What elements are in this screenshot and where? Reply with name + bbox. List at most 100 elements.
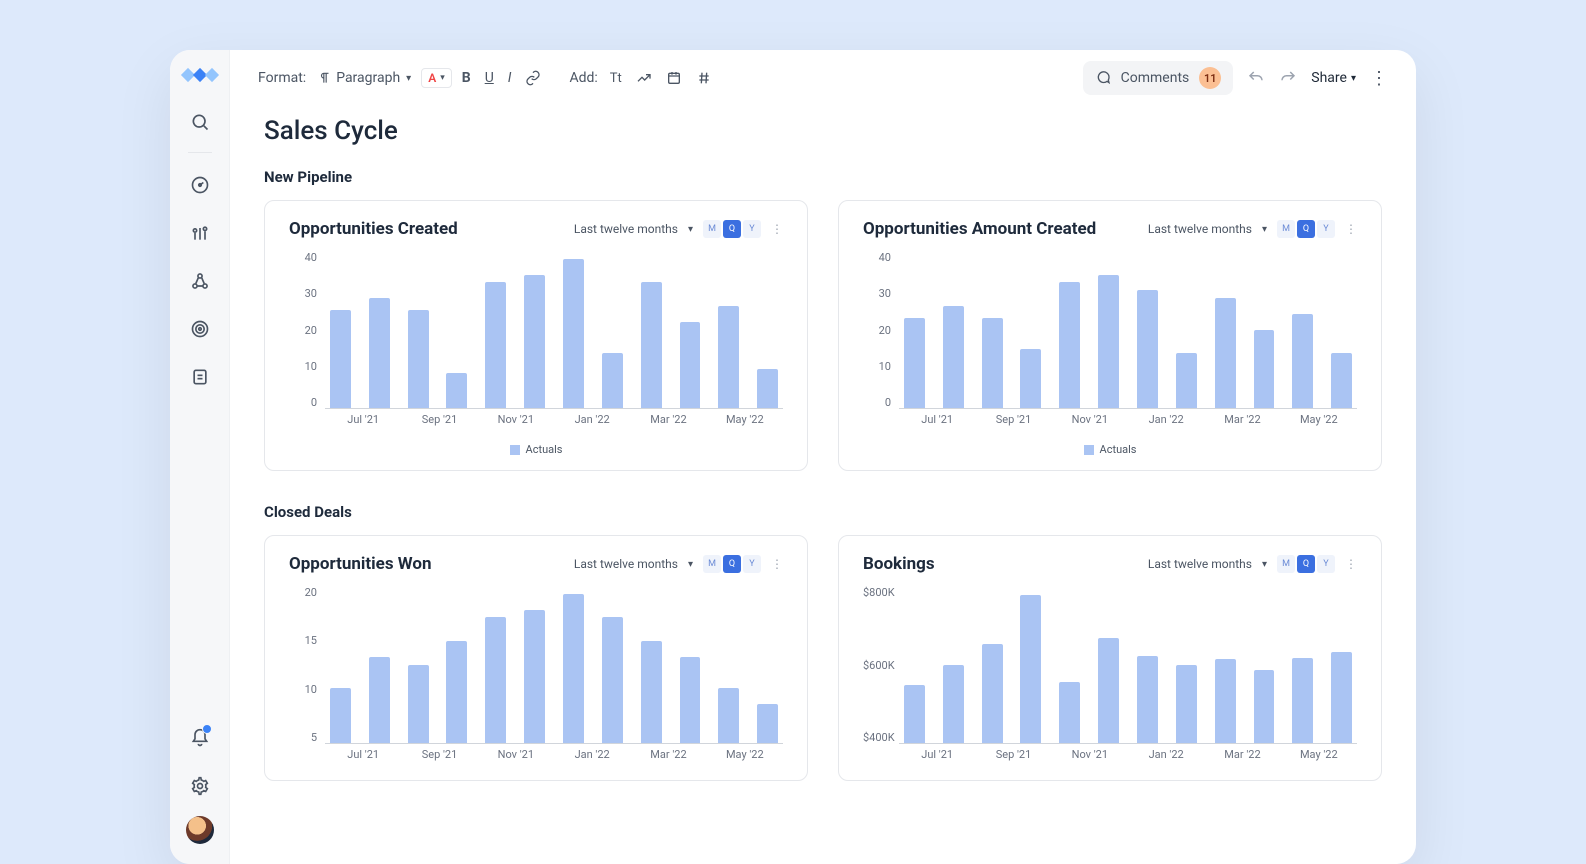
bar xyxy=(641,641,662,743)
granularity-toggle: M Q Y xyxy=(703,220,761,238)
bar xyxy=(1137,290,1158,408)
dashboard-icon[interactable] xyxy=(182,167,218,203)
comments-button[interactable]: Comments 11 xyxy=(1083,61,1234,95)
add-trend-button[interactable] xyxy=(632,68,656,88)
bar xyxy=(563,259,584,408)
bar xyxy=(1254,670,1275,743)
paragraph-label: Paragraph xyxy=(336,70,400,86)
card-bookings: Bookings Last twelve months ▾ M Q Y ⋮ $8… xyxy=(838,535,1382,781)
notifications-icon[interactable] xyxy=(182,720,218,756)
bar xyxy=(563,594,584,743)
bold-button[interactable]: B xyxy=(458,68,475,88)
card-title: Opportunities Created xyxy=(289,219,458,239)
underline-button[interactable]: U xyxy=(481,68,498,88)
closed-grid: Opportunities Won Last twelve months ▾ M… xyxy=(264,535,1382,781)
analytics-icon[interactable] xyxy=(182,215,218,251)
bar xyxy=(408,310,429,408)
period-dropdown[interactable]: ▾ xyxy=(688,559,693,570)
add-text-button[interactable]: Tt xyxy=(606,69,626,88)
bar xyxy=(446,641,467,743)
toggle-month[interactable]: M xyxy=(1277,555,1295,573)
period-dropdown[interactable]: ▾ xyxy=(1262,559,1267,570)
add-date-button[interactable] xyxy=(662,68,686,88)
period-label: Last twelve months xyxy=(574,557,678,571)
bar xyxy=(982,644,1003,743)
avatar[interactable] xyxy=(186,816,214,844)
bar xyxy=(330,688,351,743)
bar xyxy=(446,373,467,408)
logo xyxy=(183,70,217,80)
page-title: Sales Cycle xyxy=(264,116,1382,146)
bar xyxy=(757,704,778,743)
period-dropdown[interactable]: ▾ xyxy=(1262,224,1267,235)
text-color-button[interactable]: A▾ xyxy=(421,68,452,88)
bar xyxy=(1176,665,1197,744)
card-opp-amount: Opportunities Amount Created Last twelve… xyxy=(838,200,1382,471)
bar xyxy=(524,275,545,408)
card-title: Opportunities Amount Created xyxy=(863,219,1096,239)
app-window: Format: Paragraph ▾ A▾ B U I Add: Tt xyxy=(170,50,1416,864)
legend: Actuals xyxy=(863,443,1357,456)
bar xyxy=(680,657,701,743)
toggle-quarter[interactable]: Q xyxy=(1297,220,1315,238)
add-hash-button[interactable] xyxy=(692,68,716,88)
section-closed: Closed Deals xyxy=(264,503,1382,521)
toggle-year[interactable]: Y xyxy=(1317,220,1335,238)
search-icon[interactable] xyxy=(182,104,218,140)
bar xyxy=(1020,349,1041,408)
toggle-year[interactable]: Y xyxy=(743,220,761,238)
add-label: Add: xyxy=(569,70,597,86)
bar xyxy=(602,617,623,743)
bar xyxy=(904,685,925,743)
card-menu-icon[interactable]: ⋮ xyxy=(1345,222,1357,236)
paragraph-dropdown[interactable]: Paragraph ▾ xyxy=(314,68,415,88)
document-icon[interactable] xyxy=(182,359,218,395)
bar xyxy=(1059,682,1080,743)
target-icon[interactable] xyxy=(182,311,218,347)
toggle-year[interactable]: Y xyxy=(743,555,761,573)
network-icon[interactable] xyxy=(182,263,218,299)
link-button[interactable] xyxy=(521,68,545,88)
granularity-toggle: M Q Y xyxy=(703,555,761,573)
bar xyxy=(1215,298,1236,408)
share-button[interactable]: Share ▾ xyxy=(1311,70,1356,86)
settings-icon[interactable] xyxy=(182,768,218,804)
main: Format: Paragraph ▾ A▾ B U I Add: Tt xyxy=(230,50,1416,864)
granularity-toggle: M Q Y xyxy=(1277,220,1335,238)
toggle-quarter[interactable]: Q xyxy=(723,555,741,573)
italic-button[interactable]: I xyxy=(504,68,516,88)
bar xyxy=(1331,652,1352,743)
more-menu-icon[interactable]: ⋮ xyxy=(1370,68,1388,89)
bar xyxy=(1059,282,1080,408)
bar xyxy=(485,617,506,743)
bar xyxy=(1098,638,1119,743)
toggle-quarter[interactable]: Q xyxy=(1297,555,1315,573)
comments-label: Comments xyxy=(1121,70,1190,86)
toolbar: Format: Paragraph ▾ A▾ B U I Add: Tt xyxy=(230,50,1416,106)
card-menu-icon[interactable]: ⋮ xyxy=(1345,557,1357,571)
format-label: Format: xyxy=(258,70,306,86)
bar xyxy=(1215,659,1236,743)
period-dropdown[interactable]: ▾ xyxy=(688,224,693,235)
bar xyxy=(757,369,778,408)
bar xyxy=(330,310,351,408)
toggle-month[interactable]: M xyxy=(703,220,721,238)
content: Sales Cycle New Pipeline Opportunities C… xyxy=(230,106,1416,864)
toggle-quarter[interactable]: Q xyxy=(723,220,741,238)
bar xyxy=(1292,658,1313,743)
bar xyxy=(943,665,964,744)
sidebar xyxy=(170,50,230,864)
toggle-month[interactable]: M xyxy=(703,555,721,573)
redo-icon[interactable] xyxy=(1279,69,1297,87)
granularity-toggle: M Q Y xyxy=(1277,555,1335,573)
legend: Actuals xyxy=(289,443,783,456)
undo-icon[interactable] xyxy=(1247,69,1265,87)
toggle-month[interactable]: M xyxy=(1277,220,1295,238)
bar xyxy=(485,282,506,408)
card-menu-icon[interactable]: ⋮ xyxy=(771,222,783,236)
share-label: Share xyxy=(1311,70,1347,86)
card-menu-icon[interactable]: ⋮ xyxy=(771,557,783,571)
toggle-year[interactable]: Y xyxy=(1317,555,1335,573)
bar xyxy=(982,318,1003,408)
bar xyxy=(1254,330,1275,409)
